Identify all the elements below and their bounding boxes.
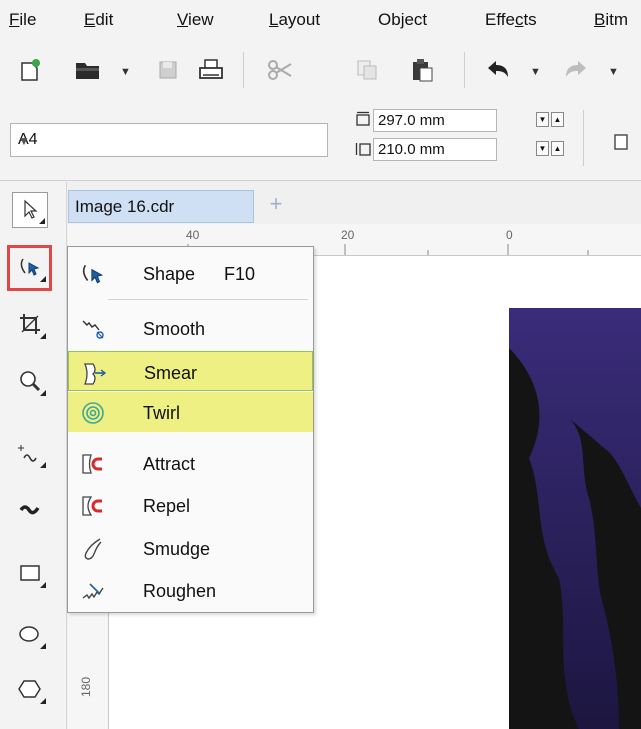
copy-icon bbox=[357, 60, 377, 80]
new-document-icon bbox=[21, 59, 40, 81]
menu-file[interactable]: File bbox=[9, 10, 36, 30]
redo-icon bbox=[566, 61, 586, 77]
roughen-tool-icon bbox=[78, 576, 108, 606]
crop-tool[interactable] bbox=[12, 306, 48, 342]
freehand-tool[interactable] bbox=[12, 435, 48, 471]
spinner-up-icon[interactable]: ▲ bbox=[551, 141, 564, 156]
chevron-down-icon: ▼ bbox=[18, 134, 30, 148]
flyout-corner-icon bbox=[40, 582, 46, 588]
ellipse-icon bbox=[19, 626, 39, 642]
spinner-down-icon[interactable]: ▼ bbox=[536, 141, 549, 156]
toolbar-separator bbox=[243, 52, 244, 88]
undo-button[interactable] bbox=[480, 52, 516, 88]
flyout-separator bbox=[108, 299, 308, 300]
freehand-icon bbox=[18, 445, 37, 462]
add-tab-button[interactable]: + bbox=[262, 190, 290, 218]
shape-tool-flyout: Shape F10 Smooth Smear Twirl Attract Rep… bbox=[67, 246, 314, 613]
undo-dropdown-arrow[interactable]: ▼ bbox=[530, 66, 541, 78]
shape-tool-icon bbox=[78, 259, 108, 289]
standard-toolbar: ▼ ▼ ▼ bbox=[0, 42, 641, 99]
menu-edit[interactable]: Edit bbox=[84, 10, 113, 30]
flyout-corner-icon bbox=[40, 333, 46, 339]
undo-icon bbox=[488, 61, 508, 77]
artwork-object[interactable] bbox=[509, 308, 641, 729]
selected-tool-highlight bbox=[7, 245, 52, 291]
ellipse-tool[interactable] bbox=[12, 616, 48, 652]
open-button[interactable] bbox=[70, 52, 106, 88]
polygon-tool[interactable] bbox=[12, 671, 48, 707]
menu-layout[interactable]: Layout bbox=[269, 10, 320, 30]
redo-dropdown-arrow[interactable]: ▼ bbox=[608, 66, 619, 78]
document-tab-title: Image 16.cdr bbox=[75, 197, 175, 216]
print-icon bbox=[199, 59, 223, 79]
flyout-item-twirl[interactable]: Twirl bbox=[68, 392, 313, 432]
smooth-tool-icon bbox=[78, 314, 108, 344]
spinner-up-icon[interactable]: ▲ bbox=[551, 112, 564, 127]
flyout-item-shape[interactable]: Shape F10 bbox=[68, 253, 313, 293]
page-width-spinner[interactable]: ▼ ▲ bbox=[536, 112, 566, 129]
smear-tool-icon bbox=[79, 358, 109, 388]
paste-icon bbox=[413, 59, 433, 82]
page-size-select[interactable]: A4 ▼ bbox=[10, 123, 328, 157]
attract-tool-icon bbox=[78, 449, 108, 479]
menu-effects[interactable]: Effects bbox=[485, 10, 537, 30]
repel-tool-icon bbox=[78, 491, 108, 521]
flyout-item-attract[interactable]: Attract bbox=[68, 443, 313, 483]
artistic-media-icon bbox=[19, 505, 40, 515]
print-button[interactable] bbox=[193, 52, 229, 88]
flyout-corner-icon bbox=[39, 218, 45, 224]
twirl-tool-icon bbox=[78, 398, 108, 428]
document-tab[interactable]: Image 16.cdr bbox=[68, 190, 254, 223]
ruler-label: 40 bbox=[186, 228, 200, 242]
open-dropdown-arrow[interactable]: ▼ bbox=[120, 66, 131, 78]
save-icon bbox=[159, 61, 177, 79]
ruler-label: 20 bbox=[341, 228, 355, 242]
menu-bar: File Edit View Layout Object Effects Bit… bbox=[0, 0, 641, 42]
menu-object[interactable]: Object bbox=[378, 10, 427, 30]
flyout-item-smudge[interactable]: Smudge bbox=[68, 528, 313, 568]
flyout-item-repel[interactable]: Repel bbox=[68, 485, 313, 525]
toolbar-separator bbox=[464, 52, 465, 88]
flyout-corner-icon bbox=[40, 390, 46, 396]
copy-button[interactable] bbox=[349, 52, 385, 88]
flyout-corner-icon bbox=[40, 698, 46, 704]
page-height-spinner[interactable]: ▼ ▲ bbox=[536, 141, 566, 158]
toolbar-separator bbox=[583, 110, 584, 166]
flyout-item-smooth[interactable]: Smooth bbox=[68, 308, 313, 348]
menu-view[interactable]: View bbox=[177, 10, 214, 30]
page-height-field[interactable]: 210.0 mm bbox=[373, 138, 497, 161]
open-folder-icon bbox=[76, 63, 99, 79]
rectangle-icon bbox=[20, 565, 40, 581]
portrait-orientation-icon[interactable] bbox=[612, 133, 630, 151]
shortcut-key: F10 bbox=[224, 264, 256, 284]
page-width-icon bbox=[356, 111, 370, 126]
flyout-item-roughen[interactable]: Roughen bbox=[68, 570, 313, 610]
menu-bitmaps[interactable]: Bitm bbox=[594, 10, 628, 30]
cut-button[interactable] bbox=[262, 52, 298, 88]
rectangle-tool[interactable] bbox=[12, 555, 48, 591]
paste-button[interactable] bbox=[404, 52, 440, 88]
pick-tool[interactable] bbox=[12, 192, 48, 228]
cut-icon bbox=[268, 60, 292, 80]
spinner-down-icon[interactable]: ▼ bbox=[536, 112, 549, 127]
artistic-media-tool[interactable] bbox=[12, 494, 48, 530]
property-bar: A4 ▼ 297.0 mm ▼ ▲ 210.0 mm ▼ ▲ bbox=[0, 98, 641, 181]
page-width-field[interactable]: 297.0 mm bbox=[373, 109, 497, 132]
zoom-icon bbox=[20, 371, 41, 392]
crop-icon bbox=[20, 314, 40, 334]
zoom-tool[interactable] bbox=[12, 363, 48, 399]
flyout-item-smear[interactable]: Smear bbox=[68, 351, 313, 391]
new-document-button[interactable] bbox=[12, 52, 48, 88]
polygon-icon bbox=[18, 680, 41, 698]
redo-button[interactable] bbox=[558, 52, 594, 88]
flyout-corner-icon bbox=[40, 643, 46, 649]
pointer-icon bbox=[24, 199, 38, 219]
smudge-tool-icon bbox=[78, 534, 108, 564]
flyout-corner-icon bbox=[40, 462, 46, 468]
ruler-label: 0 bbox=[506, 228, 513, 242]
page-height-icon bbox=[355, 143, 371, 156]
ruler-label: 180 bbox=[79, 676, 94, 698]
save-button[interactable] bbox=[150, 52, 186, 88]
